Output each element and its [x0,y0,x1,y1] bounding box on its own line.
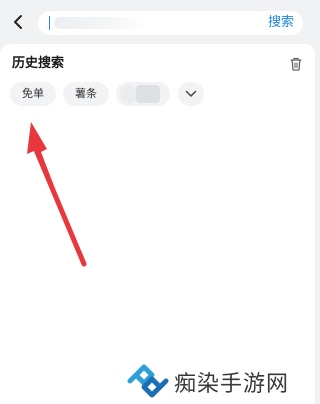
annotation-arrow [27,122,87,267]
watermark-text: 痴染手游网 [174,372,290,397]
watermark-logo-icon [127,364,169,398]
watermark: 痴染手游网 [126,360,311,400]
search-page: 搜索 历史搜索 免单 薯条 痴染手游网 [0,0,315,404]
